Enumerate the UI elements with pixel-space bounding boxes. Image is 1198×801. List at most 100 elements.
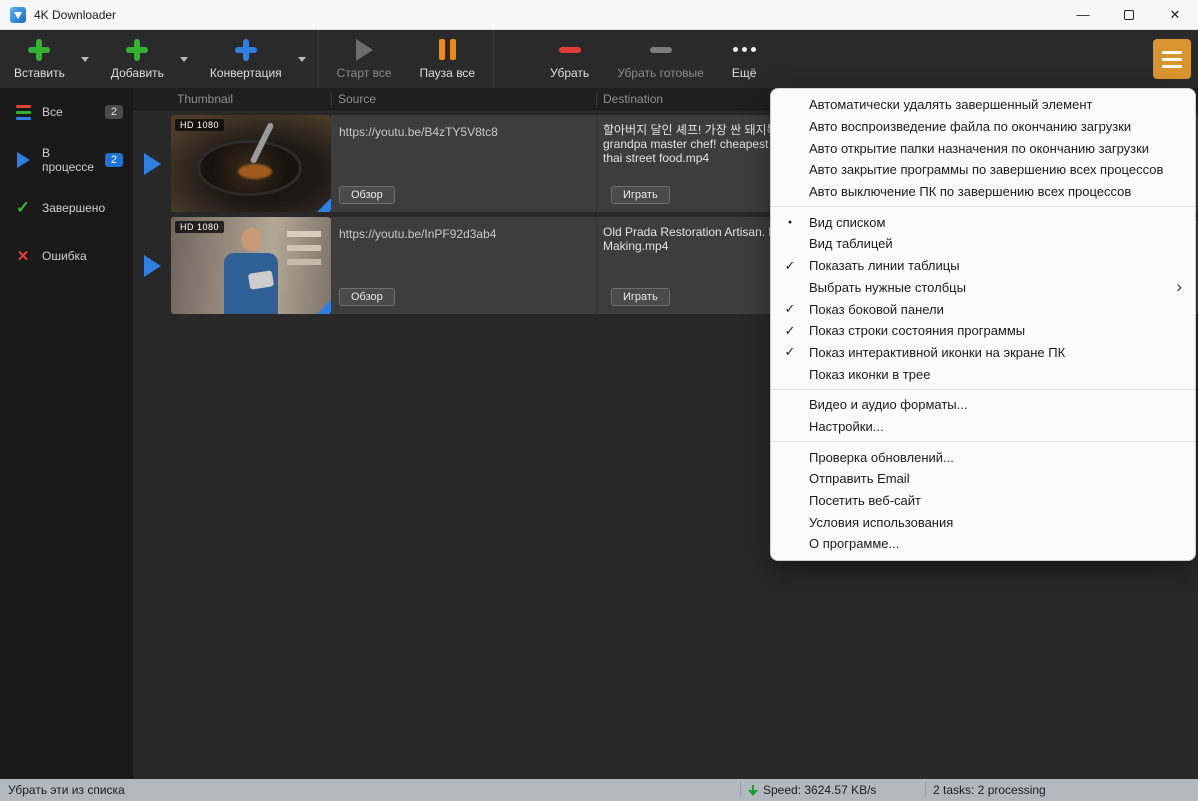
menu-item-view-as-table[interactable]: Вид таблицей (771, 233, 1195, 255)
sidebar-item-error[interactable]: ✕ Ошибка (0, 232, 133, 280)
browse-button[interactable]: Обзор (339, 186, 395, 204)
download-arrow-icon (748, 784, 758, 796)
sidebar-item-in-progress[interactable]: В процессе 2 (0, 136, 133, 184)
speed-indicator: Speed: 3624.57 KB/s (748, 783, 876, 797)
sidebar-item-label: В процессе (42, 146, 94, 174)
app-icon (10, 6, 26, 23)
sidebar-item-label: Ошибка (42, 249, 87, 263)
menu-item-show-table-lines[interactable]: Показать линии таблицы (771, 255, 1195, 277)
status-hint-text: Убрать эти из списка (8, 783, 125, 797)
sidebar-item-completed[interactable]: ✓ Завершено (0, 184, 133, 232)
play-file-button[interactable]: Играть (611, 288, 670, 306)
checkmark-icon (771, 301, 809, 317)
menu-item-auto-shutdown-pc-on-finish[interactable]: Авто выключение ПК по завершению всех пр… (771, 181, 1195, 203)
remove-finished-button[interactable]: Убрать готовые (603, 30, 718, 88)
add-button[interactable]: Добавить (97, 30, 178, 88)
menu-item-auto-close-app-on-finish[interactable]: Авто закрытие программы по завершению вс… (771, 159, 1195, 181)
main-menu-popup: Автоматически удалять завершенный элемен… (770, 88, 1196, 561)
status-divider (740, 782, 741, 798)
error-x-icon: ✕ (16, 248, 30, 265)
list-icon (14, 104, 32, 120)
play-icon (14, 152, 32, 168)
hamburger-icon (1162, 50, 1182, 54)
sidebar-item-all[interactable]: Все 2 (0, 88, 133, 136)
plus-icon (234, 38, 257, 61)
menu-item-auto-open-folder-on-finish[interactable]: Авто открытие папки назначения по оконча… (771, 137, 1195, 159)
checkmark-icon (771, 258, 809, 274)
play-file-button[interactable]: Играть (611, 186, 670, 204)
checkmark-icon (771, 323, 809, 339)
video-thumbnail[interactable]: HD 1080 (171, 217, 331, 314)
status-bar: Убрать эти из списка Speed: 3624.57 KB/s… (0, 779, 1198, 801)
row-play-button[interactable] (143, 152, 161, 175)
menu-item-choose-columns[interactable]: Выбрать нужные столбцы › (771, 277, 1195, 299)
remove-label: Убрать (550, 65, 590, 80)
minus-icon (649, 46, 672, 53)
paste-dropdown-button[interactable] (79, 30, 97, 88)
column-header-thumbnail: Thumbnail (177, 91, 234, 106)
more-button[interactable]: Ещё (718, 30, 771, 88)
menu-item-show-interactive-icon[interactable]: Показ интерактивной иконки на экране ПК (771, 342, 1195, 364)
sidebar-item-label: Завершено (42, 201, 106, 215)
convert-dropdown-button[interactable] (296, 30, 314, 88)
row-play-button[interactable] (143, 254, 161, 277)
toolbar: Вставить Добавить Конвертация Старт все (0, 30, 1198, 88)
remove-button[interactable]: Убрать (536, 30, 603, 88)
radio-dot-icon (771, 215, 809, 229)
remove-finished-label: Убрать готовые (617, 65, 704, 80)
menu-item-show-status-bar[interactable]: Показ строки состояния программы (771, 320, 1195, 342)
quality-badge: HD 1080 (175, 221, 225, 233)
menu-item-settings[interactable]: Настройки... (771, 416, 1195, 438)
menu-separator (771, 388, 1195, 390)
tasks-text: 2 tasks: 2 processing (933, 783, 1046, 797)
minus-icon (558, 46, 581, 53)
menu-item-terms-of-use[interactable]: Условия использования (771, 511, 1195, 533)
toolbar-separator (493, 30, 495, 88)
paste-button-label: Вставить (14, 65, 65, 80)
pause-all-label: Пауза все (419, 65, 476, 80)
start-all-button[interactable]: Старт все (323, 30, 406, 88)
maximize-button[interactable] (1106, 0, 1152, 29)
plus-icon (28, 38, 51, 61)
status-divider (925, 782, 926, 798)
column-header-source: Source (331, 91, 596, 106)
menu-item-video-audio-formats[interactable]: Видео и аудио форматы... (771, 394, 1195, 416)
maximize-icon (1124, 9, 1134, 20)
browse-button[interactable]: Обзор (339, 288, 395, 306)
menu-item-auto-play-on-finish[interactable]: Авто воспроизведение файла по окончанию … (771, 116, 1195, 138)
video-thumbnail[interactable]: HD 1080 (171, 115, 331, 212)
source-cell: https://youtu.be/B4zTY5V8tc8 Обзор (331, 115, 596, 212)
checkmark-icon: ✓ (15, 198, 31, 217)
sidebar-item-label: Все (42, 105, 63, 119)
window-title: 4K Downloader (34, 7, 117, 22)
main-menu-button[interactable] (1153, 39, 1191, 79)
titlebar: 4K Downloader — ✕ (0, 0, 1198, 30)
play-icon (355, 38, 373, 61)
add-dropdown-button[interactable] (178, 30, 196, 88)
convert-button-label: Конвертация (209, 65, 282, 80)
source-url: https://youtu.be/B4zTY5V8tc8 (339, 125, 498, 139)
chevron-down-icon (80, 56, 89, 62)
minimize-button[interactable]: — (1060, 0, 1106, 29)
paste-button[interactable]: Вставить (0, 30, 79, 88)
menu-item-show-sidebar[interactable]: Показ боковой панели (771, 298, 1195, 320)
start-all-label: Старт все (336, 65, 392, 80)
quality-badge: HD 1080 (175, 119, 225, 131)
source-url: https://youtu.be/InPF92d3ab4 (339, 227, 497, 241)
toolbar-separator (317, 30, 319, 88)
menu-item-check-updates[interactable]: Проверка обновлений... (771, 446, 1195, 468)
menu-item-send-email[interactable]: Отправить Email (771, 468, 1195, 490)
more-label: Ещё (731, 65, 757, 80)
menu-item-auto-delete-completed[interactable]: Автоматически удалять завершенный элемен… (771, 94, 1195, 116)
app-window: 4K Downloader — ✕ Вставить Добавить Конв… (0, 0, 1198, 801)
count-badge: 2 (104, 105, 123, 119)
menu-item-view-as-list[interactable]: Вид списком (771, 211, 1195, 233)
menu-item-about[interactable]: О программе... (771, 533, 1195, 555)
plus-icon (126, 38, 149, 61)
close-button[interactable]: ✕ (1152, 0, 1198, 29)
menu-item-show-tray-icon[interactable]: Показ иконки в трее (771, 363, 1195, 385)
source-cell: https://youtu.be/InPF92d3ab4 Обзор (331, 217, 596, 314)
pause-all-button[interactable]: Пауза все (406, 30, 490, 88)
menu-item-visit-website[interactable]: Посетить веб-сайт (771, 490, 1195, 512)
convert-button[interactable]: Конвертация (196, 30, 296, 88)
